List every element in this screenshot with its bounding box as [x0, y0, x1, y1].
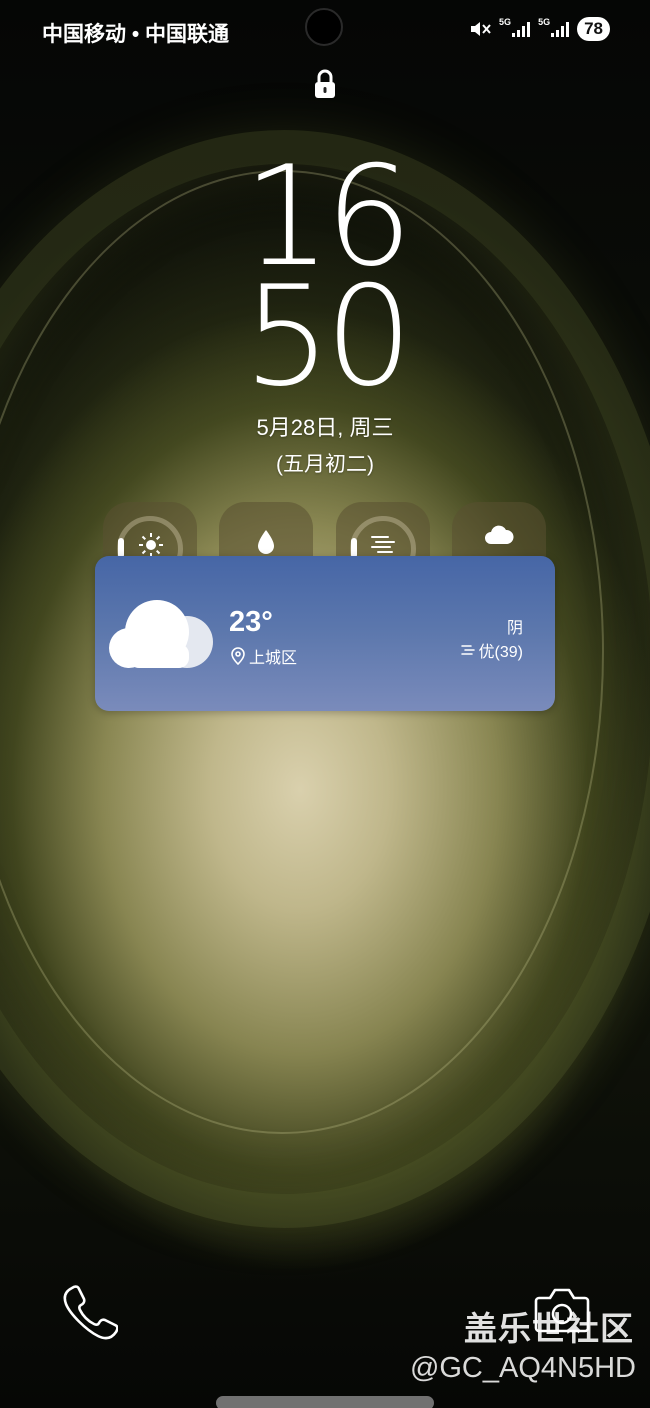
- carrier-label: 中国移动 • 中国联通: [42, 23, 230, 46]
- location: 上城区: [231, 644, 297, 668]
- network-indicator-1: 5G: [499, 17, 531, 37]
- signal-icon: [551, 22, 570, 37]
- phone-icon[interactable]: [60, 1282, 118, 1340]
- lunar-date-label: (五月初二): [276, 453, 374, 476]
- status-bar: 中国移动 • 中国联通 5G 5G 78: [0, 0, 650, 60]
- location-pin-icon: [231, 647, 245, 665]
- cloud-icon: [109, 600, 213, 668]
- condition-label: 阴: [506, 620, 523, 637]
- date-label: 5月28日, 周三: [256, 415, 394, 440]
- sun-icon: [139, 533, 163, 557]
- home-indicator[interactable]: [216, 1396, 434, 1408]
- clock-minutes[interactable]: 50: [0, 268, 650, 406]
- mute-icon: [471, 22, 491, 36]
- air-quality-icon: [460, 645, 475, 655]
- network-indicator-2: 5G: [538, 17, 570, 37]
- lock-screen: 中国移动 • 中国联通 5G 5G 78 16 50 5月28日, 周三 (五月…: [0, 0, 650, 1408]
- cloud-icon: [485, 525, 514, 544]
- location-label: 上城区: [249, 650, 298, 667]
- wind-icon: [371, 536, 395, 553]
- battery-indicator: 78: [577, 17, 610, 41]
- status-icons: 5G 5G 78: [469, 16, 610, 42]
- weather-widget[interactable]: 23° 上城区 阴 优(39): [95, 556, 555, 711]
- dial-marker: [118, 538, 124, 558]
- drop-icon: [258, 530, 274, 554]
- temperature-label: 23°: [229, 606, 273, 638]
- lock-icon[interactable]: [313, 68, 337, 100]
- network-type-label: 5G: [538, 17, 551, 27]
- dial-marker: [351, 538, 357, 558]
- front-camera: [305, 8, 343, 46]
- network-type-label: 5G: [499, 17, 512, 27]
- air-quality: 优(39): [460, 638, 523, 662]
- signal-icon: [512, 22, 531, 37]
- air-quality-label: 优(39): [478, 644, 523, 661]
- watermark-user: @GC_AQ4N5HD: [409, 1352, 636, 1384]
- watermark-title: 盖乐世社区: [464, 1310, 634, 1347]
